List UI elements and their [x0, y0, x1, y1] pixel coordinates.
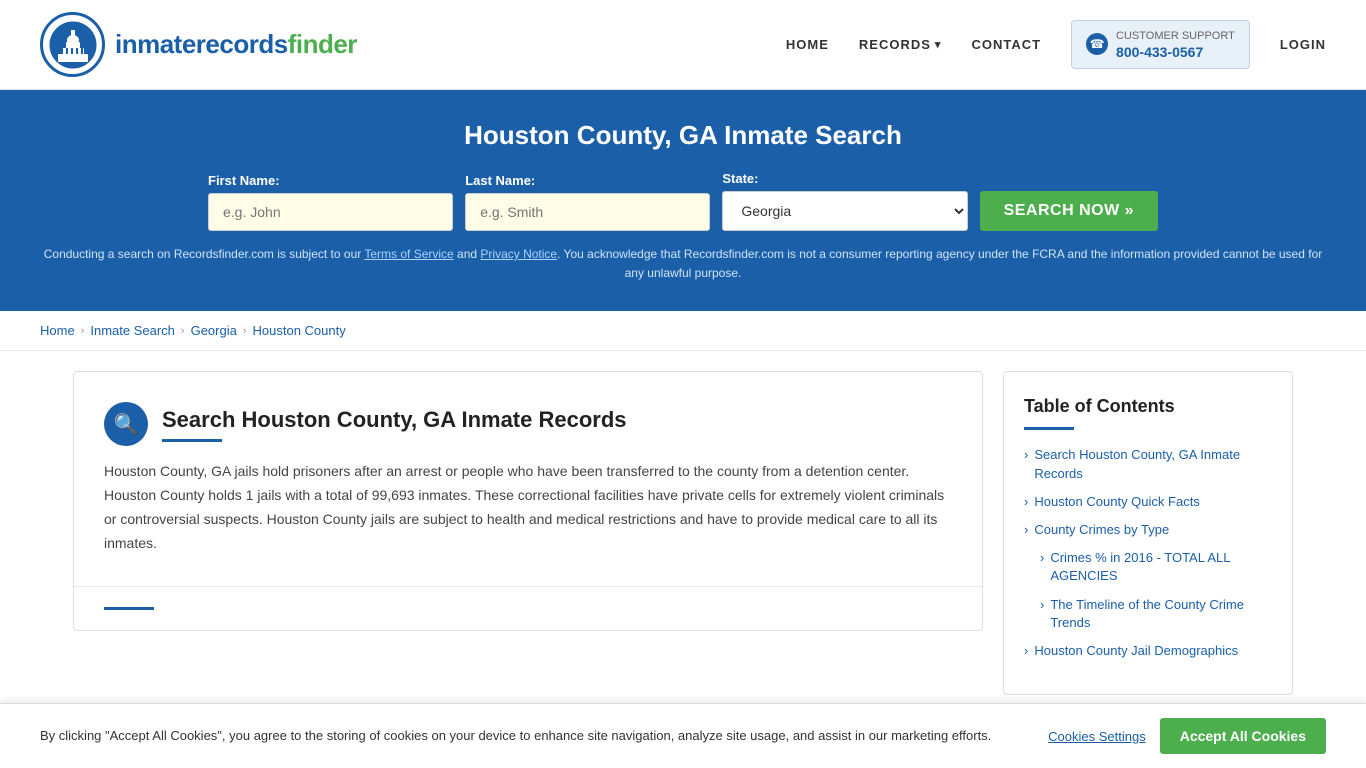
inmate-records-section: 🔍 Search Houston County, GA Inmate Recor…	[74, 372, 982, 586]
logo-icon	[40, 12, 105, 77]
logo-area: inmaterecordsfinder	[40, 12, 357, 77]
toc-item-4[interactable]: › Crimes % in 2016 - TOTAL ALL AGENCIES	[1040, 549, 1272, 585]
toc-arrow-2: ›	[1024, 494, 1028, 509]
partial-divider	[104, 607, 154, 610]
toc-item-2[interactable]: › Houston County Quick Facts	[1024, 493, 1272, 511]
toc-link-5[interactable]: The Timeline of the County Crime Trends	[1050, 596, 1272, 632]
logo-text: inmaterecordsfinder	[115, 29, 357, 60]
cookie-banner: By clicking "Accept All Cookies", you ag…	[0, 703, 1366, 768]
phone-icon: ☎	[1086, 33, 1108, 55]
first-name-label: First Name:	[208, 173, 453, 188]
section-title: Search Houston County, GA Inmate Records	[162, 407, 627, 433]
nav-contact[interactable]: CONTACT	[971, 37, 1041, 52]
breadcrumb-inmate-search[interactable]: Inmate Search	[90, 323, 175, 338]
section-title-wrapper: Search Houston County, GA Inmate Records	[162, 407, 627, 442]
section-divider	[162, 439, 222, 442]
chevron-down-icon: ▾	[935, 38, 942, 51]
nav-home[interactable]: HOME	[786, 37, 829, 52]
login-button[interactable]: LOGIN	[1280, 37, 1326, 52]
first-name-group: First Name:	[208, 173, 453, 231]
section-body: Houston County, GA jails hold prisoners …	[104, 460, 952, 555]
toc-link-3[interactable]: County Crimes by Type	[1034, 521, 1169, 539]
support-info: CUSTOMER SUPPORT 800-433-0567	[1116, 29, 1235, 59]
last-name-label: Last Name:	[465, 173, 710, 188]
toc-item-3[interactable]: › County Crimes by Type	[1024, 521, 1272, 539]
toc-arrow-3: ›	[1024, 522, 1028, 537]
section-header: 🔍 Search Houston County, GA Inmate Recor…	[104, 402, 952, 446]
toc-arrow-6: ›	[1024, 643, 1028, 658]
last-name-input[interactable]	[465, 193, 710, 231]
search-icon: 🔍	[104, 402, 148, 446]
table-of-contents: Table of Contents › Search Houston Count…	[1003, 371, 1293, 695]
breadcrumb-current: Houston County	[253, 323, 346, 338]
accept-all-cookies-button[interactable]: Accept All Cookies	[1160, 718, 1326, 754]
main-nav: HOME RECORDS ▾ CONTACT ☎ CUSTOMER SUPPOR…	[786, 20, 1326, 68]
left-panel: 🔍 Search Houston County, GA Inmate Recor…	[73, 371, 983, 630]
toc-link-1[interactable]: Search Houston County, GA Inmate Records	[1034, 446, 1272, 482]
state-group: State: AlabamaAlaskaArizonaArkansasCalif…	[722, 171, 967, 231]
terms-link[interactable]: Terms of Service	[364, 247, 453, 261]
breadcrumb-sep-2: ›	[181, 325, 185, 337]
toc-item-1[interactable]: › Search Houston County, GA Inmate Recor…	[1024, 446, 1272, 482]
toc-arrow-1: ›	[1024, 447, 1028, 462]
breadcrumb-home[interactable]: Home	[40, 323, 75, 338]
toc-item-6[interactable]: › Houston County Jail Demographics	[1024, 642, 1272, 660]
disclaimer-text: Conducting a search on Recordsfinder.com…	[40, 245, 1326, 283]
toc-link-6[interactable]: Houston County Jail Demographics	[1034, 642, 1238, 660]
privacy-link[interactable]: Privacy Notice	[480, 247, 557, 261]
search-form: First Name: Last Name: State: AlabamaAla…	[208, 171, 1158, 231]
state-select[interactable]: AlabamaAlaskaArizonaArkansasCaliforniaCo…	[722, 191, 967, 231]
customer-support-box[interactable]: ☎ CUSTOMER SUPPORT 800-433-0567	[1071, 20, 1250, 68]
toc-link-4[interactable]: Crimes % in 2016 - TOTAL ALL AGENCIES	[1050, 549, 1272, 585]
state-label: State:	[722, 171, 967, 186]
toc-arrow-5: ›	[1040, 597, 1044, 612]
toc-item-5[interactable]: › The Timeline of the County Crime Trend…	[1040, 596, 1272, 632]
breadcrumb-sep-1: ›	[81, 325, 85, 337]
cookie-text: By clicking "Accept All Cookies", you ag…	[40, 726, 1018, 746]
breadcrumb: Home › Inmate Search › Georgia › Houston…	[0, 311, 1366, 351]
toc-arrow-4: ›	[1040, 550, 1044, 565]
toc-link-2[interactable]: Houston County Quick Facts	[1034, 493, 1199, 511]
search-button[interactable]: SEARCH NOW »	[980, 191, 1158, 231]
nav-records[interactable]: RECORDS ▾	[859, 37, 942, 52]
next-section-partial	[74, 587, 982, 630]
breadcrumb-sep-3: ›	[243, 325, 247, 337]
last-name-group: Last Name:	[465, 173, 710, 231]
toc-divider	[1024, 427, 1074, 430]
first-name-input[interactable]	[208, 193, 453, 231]
cookies-settings-button[interactable]: Cookies Settings	[1048, 729, 1146, 744]
toc-title: Table of Contents	[1024, 396, 1272, 417]
search-banner: Houston County, GA Inmate Search First N…	[0, 90, 1366, 311]
cookie-actions: Cookies Settings Accept All Cookies	[1048, 718, 1326, 754]
site-header: inmaterecordsfinder HOME RECORDS ▾ CONTA…	[0, 0, 1366, 90]
breadcrumb-georgia[interactable]: Georgia	[191, 323, 237, 338]
page-title: Houston County, GA Inmate Search	[40, 120, 1326, 151]
main-content: 🔍 Search Houston County, GA Inmate Recor…	[33, 371, 1333, 695]
